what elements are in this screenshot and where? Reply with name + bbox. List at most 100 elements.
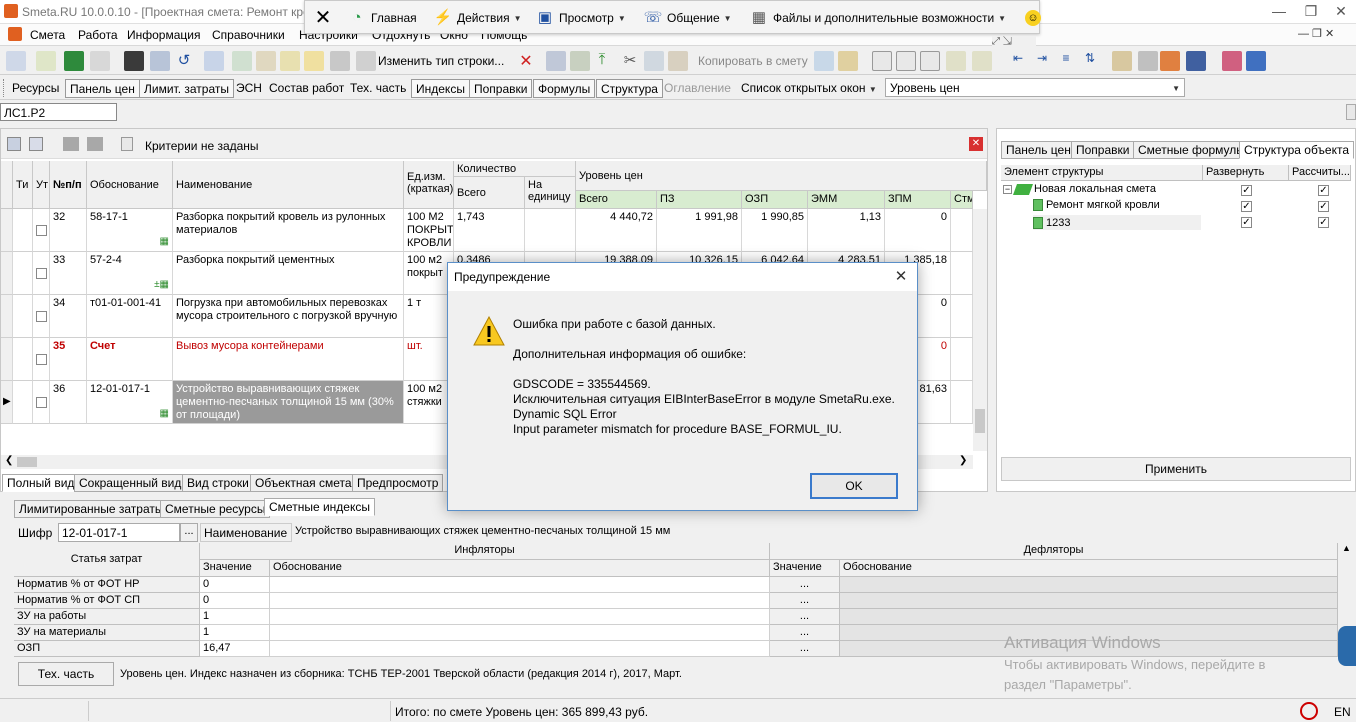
open-icon[interactable] <box>36 51 56 71</box>
tools-icon[interactable] <box>1112 51 1132 71</box>
cell-basis[interactable]: 12-01-017-1 ▦ <box>87 381 173 424</box>
btn-resources[interactable]: Ресурсы <box>8 79 63 98</box>
col-pz[interactable]: ПЗ <box>657 191 742 209</box>
infl-value[interactable]: 16,47 <box>200 641 270 657</box>
col-calculate[interactable]: Рассчиты... <box>1289 165 1351 181</box>
btn-contents[interactable]: Оглавление <box>660 79 735 98</box>
menu-work[interactable]: Работа <box>78 28 118 42</box>
col-name[interactable]: Наименование <box>173 161 404 209</box>
calc-icon[interactable] <box>232 51 252 71</box>
col-price-level[interactable]: Уровень цен <box>576 161 987 191</box>
expand-checkbox[interactable]: ✓ <box>1241 201 1252 212</box>
tab-estimate-indices[interactable]: Сметные индексы <box>264 498 375 516</box>
col-ozp[interactable]: ОЗП <box>742 191 808 209</box>
cell-name[interactable]: Разборка покрытий кровель из рулонных ма… <box>173 209 404 252</box>
collapse-icon[interactable]: − <box>1003 184 1012 194</box>
tab-object-structure[interactable]: Структура объекта <box>1239 141 1355 159</box>
move-up-icon[interactable]: ⤒ <box>592 51 612 71</box>
btn-tech-part[interactable]: Тех. часть <box>346 79 410 98</box>
tree-node-root[interactable]: − Новая локальная смета <box>1003 183 1156 195</box>
paste-icon[interactable] <box>668 51 688 71</box>
copy-icon[interactable] <box>644 51 664 71</box>
defl-value[interactable]: ... <box>770 577 840 593</box>
note-icon[interactable] <box>304 51 324 71</box>
dialog-close-button[interactable]: ✕ <box>888 265 914 289</box>
append-icon[interactable] <box>570 51 590 71</box>
col-basis[interactable]: Обоснование <box>87 161 173 209</box>
language-indicator[interactable]: EN <box>1334 705 1351 719</box>
col-emm[interactable]: ЭММ <box>808 191 885 209</box>
cell-name-selected[interactable]: Устройство выравнивающих стяжек цементно… <box>173 381 404 424</box>
copy-to-estimate-button[interactable]: Копировать в смету <box>698 54 808 68</box>
mdi-controls[interactable]: — ❐ ✕ <box>1298 27 1334 40</box>
col-ut[interactable]: Ут <box>33 161 50 209</box>
col-infl-basis[interactable]: Обоснование <box>270 560 770 577</box>
btn-esn[interactable]: ЭСН <box>232 79 266 98</box>
helmet-icon[interactable] <box>1160 51 1180 71</box>
col-defl-basis[interactable]: Обоснование <box>840 560 1338 577</box>
row-checkbox[interactable] <box>36 397 47 408</box>
tab-corrections[interactable]: Поправки <box>1071 141 1135 159</box>
tab-limited-costs[interactable]: Лимитированные затраты <box>14 500 169 518</box>
tab-estimate-resources[interactable]: Сметные ресурсы <box>160 500 271 518</box>
tab-preview[interactable]: Предпросмотр <box>352 474 444 492</box>
cell-basis[interactable]: 57-2-4 ±▦ <box>87 252 173 295</box>
change-row-type-button[interactable]: Изменить тип строки... <box>378 54 504 68</box>
menu-smeta[interactable]: Смета <box>30 28 65 42</box>
col-inflators[interactable]: Инфляторы <box>200 543 770 560</box>
calc-checkbox[interactable]: ✓ <box>1318 185 1329 196</box>
btn-formulas[interactable]: Формулы <box>533 79 596 98</box>
col-quantity[interactable]: Количество <box>454 161 576 177</box>
indent-icon[interactable]: ⇤ <box>1008 51 1028 71</box>
infl-basis[interactable] <box>270 641 770 657</box>
car-icon[interactable] <box>1186 51 1206 71</box>
row-checkbox[interactable] <box>36 354 47 365</box>
col-npp[interactable]: №п/п <box>50 161 87 209</box>
ribbon-files[interactable]: ▦ Файлы и дополнительные возможности ▼ <box>749 7 1006 29</box>
expand-checkbox[interactable]: ✓ <box>1241 217 1252 228</box>
cut-icon[interactable]: ✂ <box>620 51 640 71</box>
smiley-button[interactable]: ☺ <box>1025 7 1041 29</box>
defl-value[interactable]: ... <box>770 593 840 609</box>
infl-basis[interactable] <box>270 577 770 593</box>
machine-icon[interactable] <box>1138 51 1158 71</box>
col-structure-element[interactable]: Элемент структуры <box>1001 165 1203 181</box>
cell-qty-total[interactable]: 1,743 <box>454 209 525 252</box>
infl-value[interactable]: 1 <box>200 609 270 625</box>
grid-view-icon[interactable] <box>7 137 21 151</box>
tech-part-button[interactable]: Тех. часть <box>18 662 114 686</box>
close-button[interactable]: ✕ <box>1326 2 1356 20</box>
ribbon-view[interactable]: ▣ Просмотр ▼ <box>535 7 626 29</box>
defl-value[interactable]: ... <box>770 609 840 625</box>
btn-structure[interactable]: Структура <box>596 79 663 98</box>
col-qty-total[interactable]: Всего <box>454 177 525 209</box>
calc-checkbox[interactable]: ✓ <box>1318 217 1329 228</box>
up-arrow-icon[interactable] <box>63 137 79 151</box>
app-menu-icon[interactable] <box>8 27 22 41</box>
books-icon[interactable] <box>1222 51 1242 71</box>
col-zpm[interactable]: ЗПМ <box>885 191 951 209</box>
scroll-thumb[interactable] <box>975 409 985 433</box>
infl-basis[interactable] <box>270 609 770 625</box>
infl-value[interactable]: 0 <box>200 593 270 609</box>
menu-refs[interactable]: Справочники <box>212 28 285 42</box>
copy-block-icon[interactable] <box>814 51 834 71</box>
truck-icon[interactable] <box>330 51 350 71</box>
tab-short-view[interactable]: Сокращенный вид <box>74 474 187 492</box>
btn-corrections[interactable]: Поправки <box>469 79 533 98</box>
btn-indices[interactable]: Индексы <box>411 79 470 98</box>
col-defl-value[interactable]: Значение <box>770 560 840 577</box>
ribbon-communication[interactable]: ☏ Общение ▼ <box>643 7 732 29</box>
minimize-button[interactable]: — <box>1264 2 1294 20</box>
infl-basis[interactable] <box>270 593 770 609</box>
rr-icon[interactable] <box>896 51 916 71</box>
cell-basis[interactable]: т01-01-001-41 <box>87 295 173 338</box>
tab-full-view[interactable]: Полный вид <box>2 474 80 492</box>
tab-price-panel[interactable]: Панель цен <box>1001 141 1076 159</box>
excel-icon[interactable] <box>64 51 84 71</box>
defl-value[interactable]: ... <box>770 625 840 641</box>
catalog-icon[interactable] <box>1246 51 1266 71</box>
col-stm[interactable]: Стм <box>951 191 973 209</box>
row-type-icon[interactable] <box>356 51 376 71</box>
settings-icon[interactable] <box>280 51 300 71</box>
